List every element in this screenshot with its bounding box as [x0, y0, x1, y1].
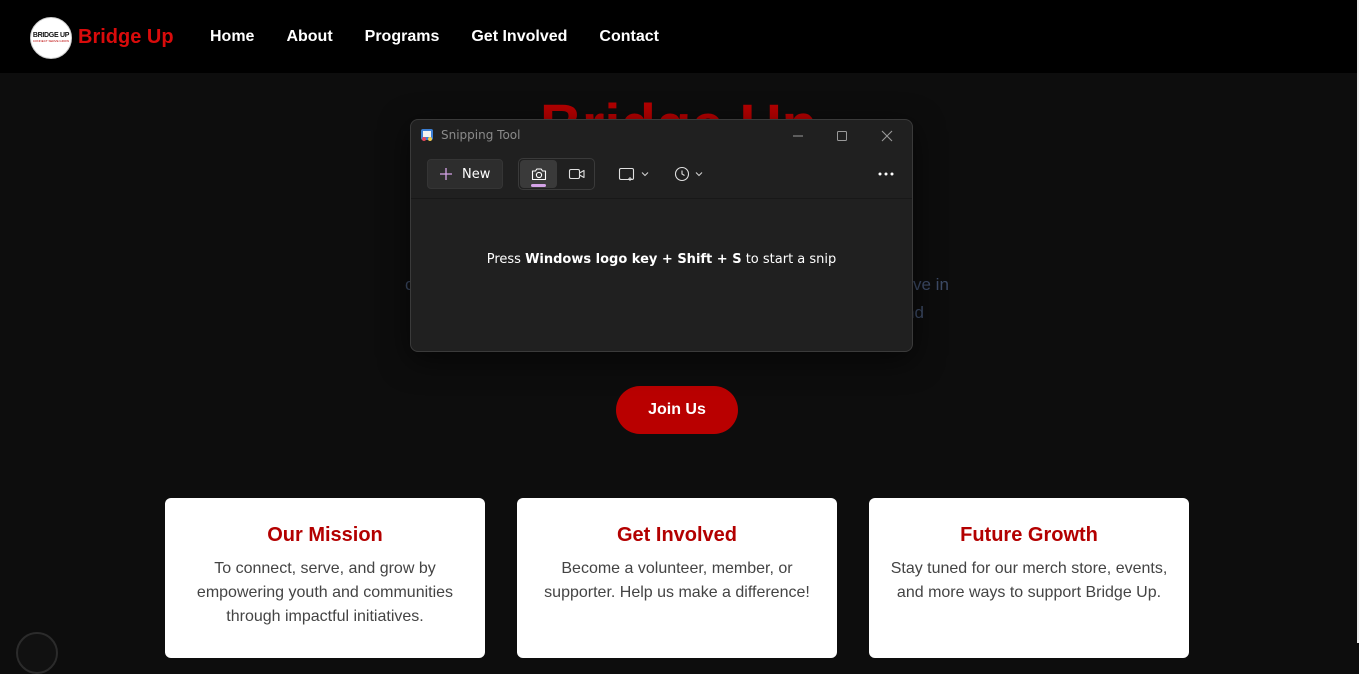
brand-name[interactable]: Bridge Up: [78, 26, 174, 49]
minimize-button[interactable]: [780, 124, 816, 148]
screenshot-mode-button[interactable]: [520, 160, 557, 188]
card-mission: Our Mission To connect, serve, and grow …: [165, 498, 485, 658]
nav-link-contact[interactable]: Contact: [599, 28, 659, 46]
nav-link-programs[interactable]: Programs: [365, 28, 440, 46]
more-icon: [878, 172, 894, 176]
scroll-top-button[interactable]: [16, 632, 58, 674]
maximize-icon: [837, 131, 847, 141]
snipping-tool-app-icon: [421, 129, 433, 141]
video-mode-button[interactable]: [559, 160, 594, 188]
video-camera-icon: [568, 168, 585, 180]
snip-toolbar: New: [411, 152, 912, 199]
clock-icon: [674, 166, 690, 182]
chevron-down-icon: [695, 172, 703, 177]
card-get-involved: Get Involved Become a volunteer, member,…: [517, 498, 837, 658]
snipping-tool-window[interactable]: Snipping Tool New Press Windows logo key…: [410, 119, 913, 352]
snip-shape-dropdown[interactable]: [618, 159, 650, 189]
card-title: Our Mission: [267, 524, 383, 546]
card-text: To connect, serve, and grow by empowerin…: [196, 560, 454, 625]
new-snip-button[interactable]: New: [427, 159, 503, 189]
logo-text: BRIDGE UP: [32, 32, 70, 39]
more-options-button[interactable]: [873, 160, 899, 188]
nav-links: Home About Programs Get Involved Contact: [210, 28, 659, 46]
card-future-growth: Future Growth Stay tuned for our merch s…: [869, 498, 1189, 658]
new-label: New: [462, 166, 491, 182]
active-mode-indicator: [531, 184, 546, 187]
nav-link-get-involved[interactable]: Get Involved: [471, 28, 567, 46]
rectangle-snip-icon: [618, 167, 635, 181]
capture-mode-group: [518, 158, 595, 190]
msg-post: to start a snip: [741, 252, 837, 267]
join-us-button[interactable]: Join Us: [616, 386, 738, 434]
logo-subtext: CONNECT SERVE GROW: [32, 39, 70, 43]
card-title: Get Involved: [616, 524, 738, 546]
card-text: Become a volunteer, member, or supporter…: [544, 560, 810, 601]
card-text: Stay tuned for our merch store, events, …: [890, 560, 1168, 601]
navbar: BRIDGE UP CONNECT SERVE GROW Bridge Up H…: [0, 0, 1357, 73]
close-button[interactable]: [869, 124, 905, 148]
nav-link-about[interactable]: About: [286, 28, 332, 46]
msg-pre: Press: [486, 252, 526, 267]
close-icon: [881, 130, 893, 142]
camera-icon: [531, 168, 546, 181]
chevron-down-icon: [641, 172, 649, 177]
snip-title: Snipping Tool: [441, 128, 521, 142]
delay-dropdown[interactable]: [674, 159, 704, 189]
plus-icon: [440, 168, 452, 180]
hero-text-fragment: ve in: [913, 275, 949, 294]
snip-instructions: Press Windows logo key + Shift + S to st…: [411, 252, 912, 267]
maximize-button[interactable]: [824, 124, 860, 148]
logo[interactable]: BRIDGE UP CONNECT SERVE GROW: [30, 17, 72, 59]
minimize-icon: [793, 135, 803, 137]
nav-link-home[interactable]: Home: [210, 28, 254, 46]
snip-titlebar[interactable]: Snipping Tool: [411, 120, 912, 152]
card-title: Future Growth: [960, 524, 1098, 546]
msg-keys: Windows logo key + Shift + S: [525, 252, 742, 267]
